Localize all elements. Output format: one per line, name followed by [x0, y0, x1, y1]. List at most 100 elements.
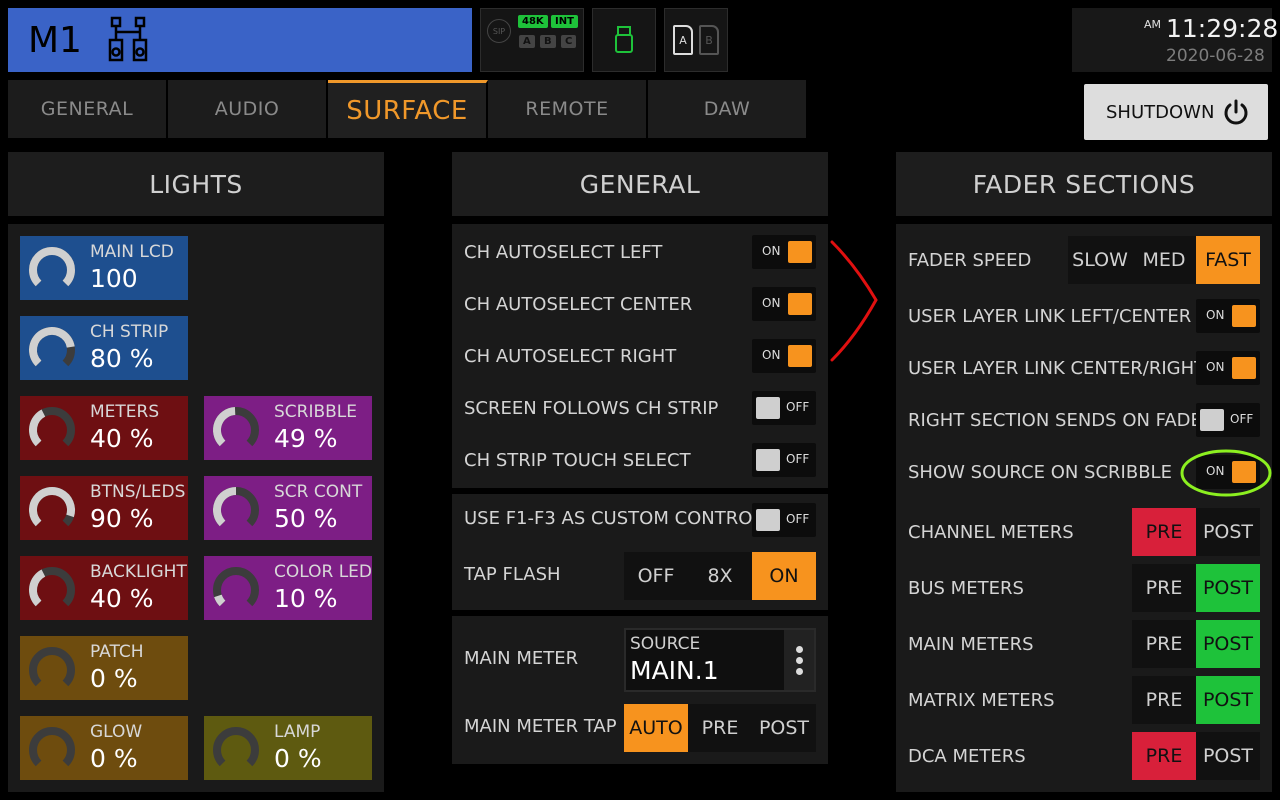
- sip-indicator: SIP: [487, 19, 511, 43]
- light-tile-glow[interactable]: GLOW 0 %: [20, 716, 188, 780]
- light-label: METERS: [90, 402, 160, 422]
- settings-tabs: GENERAL AUDIO SURFACE REMOTE DAW: [8, 80, 808, 138]
- sample-rate-badge: 48K: [518, 15, 548, 28]
- toggle-state-text: ON: [1206, 308, 1225, 322]
- general-toggle-4[interactable]: OFF: [752, 443, 816, 477]
- divider: [452, 488, 828, 494]
- meter-tap-selector-1[interactable]: PRE POST: [1132, 564, 1260, 612]
- light-label: SCR CONT: [274, 482, 363, 502]
- meter-tap-selector-2[interactable]: PRE POST: [1132, 620, 1260, 668]
- light-tile-ch-strip[interactable]: CH STRIP 80 %: [20, 316, 188, 380]
- option-post[interactable]: POST: [752, 704, 816, 752]
- level-knob-icon: [29, 327, 75, 367]
- light-value: 50 %: [274, 504, 338, 533]
- main-meter-label: MAIN METER: [464, 648, 579, 669]
- light-tile-scribble[interactable]: SCRIBBLE 49 %: [204, 396, 372, 460]
- option-pre[interactable]: PRE: [688, 704, 752, 752]
- option-pre[interactable]: PRE: [1132, 508, 1196, 556]
- option-post[interactable]: POST: [1196, 564, 1260, 612]
- main-meter-source-selector[interactable]: SOURCE MAIN.1: [624, 628, 816, 692]
- level-knob-icon: [29, 247, 75, 287]
- more-options-icon[interactable]: [784, 630, 814, 690]
- light-tile-color-led[interactable]: COLOR LED 10 %: [204, 556, 372, 620]
- level-knob-icon: [29, 407, 75, 447]
- option-post[interactable]: POST: [1196, 676, 1260, 724]
- shutdown-label: SHUTDOWN: [1106, 101, 1215, 123]
- toggle-state-text: OFF: [1230, 412, 1254, 426]
- option-pre[interactable]: PRE: [1132, 620, 1196, 668]
- toggle-knob: [788, 293, 812, 315]
- option-post[interactable]: POST: [1196, 732, 1260, 780]
- tab-general[interactable]: GENERAL: [8, 80, 168, 138]
- general-toggle-label: CH AUTOSELECT LEFT: [464, 242, 663, 263]
- meter-tap-selector-3[interactable]: PRE POST: [1132, 676, 1260, 724]
- green-annotation-circle: [1180, 449, 1272, 497]
- fader-speed-selector[interactable]: SLOW MED FAST: [1068, 236, 1260, 284]
- light-tile-main-lcd[interactable]: MAIN LCD 100: [20, 236, 188, 300]
- option-pre[interactable]: PRE: [1132, 564, 1196, 612]
- option-post[interactable]: POST: [1196, 620, 1260, 668]
- general-toggle-3[interactable]: OFF: [752, 391, 816, 425]
- mixer-name-bar[interactable]: M1: [8, 8, 472, 72]
- fader-toggle-2[interactable]: OFF: [1196, 403, 1260, 437]
- general-toggle-0[interactable]: ON: [752, 235, 816, 269]
- option-post[interactable]: POST: [1196, 508, 1260, 556]
- light-tile-btns-leds[interactable]: BTNS/LEDS 90 %: [20, 476, 188, 540]
- sync-status-block[interactable]: SIP 48K INT A B C: [480, 8, 584, 72]
- light-value: 40 %: [90, 424, 154, 453]
- light-label: BACKLIGHT: [90, 562, 187, 582]
- card-slot-a: A: [673, 25, 693, 55]
- option-slow[interactable]: SLOW: [1068, 236, 1132, 284]
- light-tile-scr-cont[interactable]: SCR CONT 50 %: [204, 476, 372, 540]
- option-8x[interactable]: 8X: [688, 552, 752, 600]
- tap-flash-label: TAP FLASH: [464, 564, 561, 585]
- toggle-state-text: ON: [1206, 360, 1225, 374]
- option-off[interactable]: OFF: [624, 552, 688, 600]
- option-fast[interactable]: FAST: [1196, 236, 1260, 284]
- fader-toggle-1[interactable]: ON: [1196, 351, 1260, 385]
- light-value: 10 %: [274, 584, 338, 613]
- meter-tap-selector-4[interactable]: PRE POST: [1132, 732, 1260, 780]
- meter-row-label: MAIN METERS: [908, 634, 1034, 655]
- level-knob-icon: [29, 727, 75, 767]
- meter-tap-selector-0[interactable]: PRE POST: [1132, 508, 1260, 556]
- light-label: COLOR LED: [274, 562, 373, 582]
- custom-controls-toggle[interactable]: OFF: [752, 503, 816, 537]
- card-slot-block[interactable]: A B: [664, 8, 728, 72]
- tab-surface[interactable]: SURFACE: [328, 80, 488, 138]
- light-tile-lamp[interactable]: LAMP 0 %: [204, 716, 372, 780]
- general-toggle-label: CH AUTOSELECT CENTER: [464, 294, 693, 315]
- meter-row-label: DCA METERS: [908, 746, 1026, 767]
- custom-controls-label: USE F1-F3 AS CUSTOM CONTROLS: [464, 508, 774, 529]
- light-tile-backlight[interactable]: BACKLIGHT 40 %: [20, 556, 188, 620]
- main-meter-tap-selector[interactable]: AUTO PRE POST: [624, 704, 816, 752]
- light-tile-meters[interactable]: METERS 40 %: [20, 396, 188, 460]
- light-value: 100: [90, 264, 138, 293]
- clock-date: 2020-06-28: [1166, 46, 1265, 66]
- option-on[interactable]: ON: [752, 552, 816, 600]
- meter-row-label: MATRIX METERS: [908, 690, 1055, 711]
- sync-b-badge: B: [540, 35, 556, 48]
- shutdown-button[interactable]: SHUTDOWN: [1084, 84, 1268, 140]
- level-knob-icon: [213, 727, 259, 767]
- lights-panel-title: LIGHTS: [8, 152, 384, 216]
- option-auto[interactable]: AUTO: [624, 704, 688, 752]
- meter-row-label: CHANNEL METERS: [908, 522, 1074, 543]
- tab-daw[interactable]: DAW: [648, 80, 808, 138]
- fader-toggle-0[interactable]: ON: [1196, 299, 1260, 333]
- toggle-knob: [788, 345, 812, 367]
- option-pre[interactable]: PRE: [1132, 676, 1196, 724]
- usb-status-block[interactable]: [592, 8, 656, 72]
- option-pre[interactable]: PRE: [1132, 732, 1196, 780]
- tab-audio[interactable]: AUDIO: [168, 80, 328, 138]
- light-value: 0 %: [274, 744, 322, 773]
- general-toggle-2[interactable]: ON: [752, 339, 816, 373]
- tap-flash-selector[interactable]: OFF 8X ON: [624, 552, 816, 600]
- sync-a-badge: A: [519, 35, 535, 48]
- power-icon: [1224, 99, 1248, 125]
- light-tile-patch[interactable]: PATCH 0 %: [20, 636, 188, 700]
- tab-remote[interactable]: REMOTE: [488, 80, 648, 138]
- option-med[interactable]: MED: [1132, 236, 1196, 284]
- light-label: GLOW: [90, 722, 143, 742]
- general-toggle-1[interactable]: ON: [752, 287, 816, 321]
